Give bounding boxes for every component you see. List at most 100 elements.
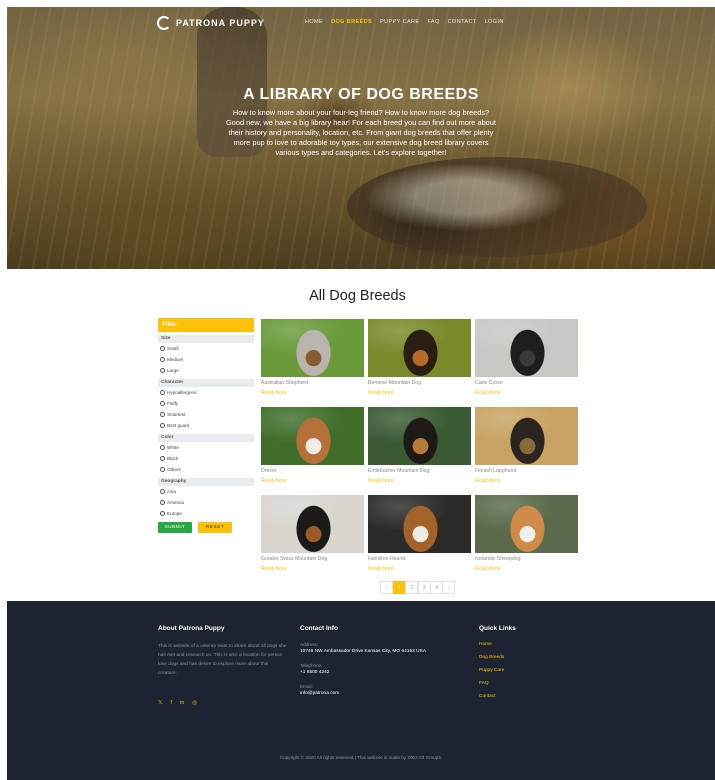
radio-button[interactable] xyxy=(160,401,165,406)
radio-button[interactable] xyxy=(160,412,165,417)
footer-link-faq[interactable]: FAQ xyxy=(479,681,516,686)
read-more-link[interactable]: Read more xyxy=(475,478,578,484)
breed-photo[interactable] xyxy=(261,407,364,465)
breed-card-australian-shepherd[interactable]: Australian Shepherd Read more xyxy=(261,319,364,397)
phone-value[interactable]: +1 6500 4242 xyxy=(300,670,426,675)
read-more-link[interactable]: Read more xyxy=(368,390,471,396)
radio-button[interactable] xyxy=(160,456,165,461)
address-label: Address: xyxy=(300,642,319,647)
breed-name: Australian Shepherd xyxy=(261,380,309,386)
filter-option-small[interactable]: Small xyxy=(158,343,254,354)
read-more-link[interactable]: Read more xyxy=(261,478,364,484)
pagination-page-4[interactable]: 4 xyxy=(430,581,444,594)
footer: About Patrona Puppy This is website of a… xyxy=(7,601,715,780)
breed-photo[interactable] xyxy=(475,495,578,553)
reset-button[interactable]: RESET xyxy=(198,522,232,533)
copyright-text: Copyright © 2020 All rights reserved | T… xyxy=(279,755,443,760)
breed-card-bernese-mountain-dog[interactable]: Bernese Mountain Dog Read more xyxy=(368,319,471,397)
read-more-link[interactable]: Read more xyxy=(475,566,578,572)
radio-button[interactable] xyxy=(160,467,165,472)
footer-links-title: Quick Links xyxy=(479,625,516,632)
filter-option-label: Smartest xyxy=(167,412,186,417)
pagination-page-2[interactable]: 2 xyxy=(405,581,419,594)
pagination-next-button[interactable]: › xyxy=(442,581,456,594)
filter-option-label: Best guard xyxy=(167,423,190,428)
filter-option-hypoallergenic[interactable]: Hypoallergenic xyxy=(158,387,254,398)
footer-about-text: This is website of a veteran want to sha… xyxy=(158,644,287,676)
breed-photo[interactable] xyxy=(261,319,364,377)
filter-option-asia[interactable]: Asia xyxy=(158,486,254,497)
footer-link-puppy-care[interactable]: Puppy Care xyxy=(479,668,516,673)
breed-card-drever[interactable]: Drever Read more xyxy=(261,407,364,485)
phone-label: Telephone: xyxy=(300,663,323,668)
filter-option-black[interactable]: Black xyxy=(158,453,254,464)
linkedin-icon[interactable]: in xyxy=(180,700,184,706)
pagination-page-3[interactable]: 3 xyxy=(417,581,431,594)
hero-text: A LIBRARY OF DOG BREEDS How to know more… xyxy=(7,86,715,158)
radio-button[interactable] xyxy=(160,500,165,505)
filter-option-large[interactable]: Large xyxy=(158,365,254,376)
hero-description: How to know more about your four-leg fri… xyxy=(226,108,496,157)
breed-photo[interactable] xyxy=(261,495,364,553)
radio-button[interactable] xyxy=(160,357,165,362)
filter-option-label: Small xyxy=(167,346,179,351)
nav-faq[interactable]: FAQ xyxy=(427,19,439,25)
breed-card-finnish-lapphund[interactable]: Finnish Lapphund Read more xyxy=(475,407,578,485)
breed-photo[interactable] xyxy=(368,407,471,465)
email-value[interactable]: info@patrona.com xyxy=(300,691,426,696)
breed-card-cane-corso[interactable]: Cane Corso Read more xyxy=(475,319,578,397)
filter-option-best-guard[interactable]: Best guard xyxy=(158,420,254,431)
brand-logo[interactable]: PATRONA PUPPY xyxy=(157,16,265,30)
pagination-page-1[interactable]: 1 xyxy=(392,581,406,594)
submit-button[interactable]: SUBMIT xyxy=(158,522,192,533)
radio-button[interactable] xyxy=(160,511,165,516)
radio-button[interactable] xyxy=(160,368,165,373)
radio-button[interactable] xyxy=(160,346,165,351)
instagram-icon[interactable]: ◎ xyxy=(192,700,197,706)
filter-option-europe[interactable]: Europe xyxy=(158,508,254,519)
twitter-icon[interactable]: 𝕏 xyxy=(158,700,162,706)
brand-name: PATRONA PUPPY xyxy=(176,18,265,28)
filter-option-fluffy[interactable]: Fluffy xyxy=(158,398,254,409)
read-more-link[interactable]: Read more xyxy=(475,390,578,396)
filter-option-label: Fluffy xyxy=(167,401,179,406)
breed-card-hamilton-hound[interactable]: Hamilton Hound Read more xyxy=(368,495,471,573)
nav-dog-breeds[interactable]: DOG BREEDS xyxy=(331,19,372,25)
breed-photo[interactable] xyxy=(368,319,471,377)
pagination-prev-button[interactable]: ‹ xyxy=(380,581,394,594)
breed-name: Entlebucher Mountain Dog xyxy=(368,468,430,474)
email-label: Email: xyxy=(300,684,313,689)
filter-option-medium[interactable]: Medium xyxy=(158,354,254,365)
nav-home[interactable]: HOME xyxy=(305,19,323,25)
hero-title: A LIBRARY OF DOG BREEDS xyxy=(243,86,479,103)
radio-button[interactable] xyxy=(160,489,165,494)
breed-card-icelandic-sheepdog[interactable]: Icelandic Sheepdog Read more xyxy=(475,495,578,573)
filter-option-white[interactable]: White xyxy=(158,442,254,453)
filter-option-america[interactable]: America xyxy=(158,497,254,508)
dog-figure xyxy=(291,417,336,465)
read-more-link[interactable]: Read more xyxy=(368,566,471,572)
footer-link-contact[interactable]: Contact xyxy=(479,694,516,699)
footer-link-dog-breeds[interactable]: Dog Breeds xyxy=(479,655,516,660)
filter-option-smartest[interactable]: Smartest xyxy=(158,409,254,420)
filter-option-label: White xyxy=(167,445,179,450)
read-more-link[interactable]: Read more xyxy=(261,390,364,396)
breed-card-entlebucher-mountain-dog[interactable]: Entlebucher Mountain Dog Read more xyxy=(368,407,471,485)
radio-button[interactable] xyxy=(160,445,165,450)
breed-card-greater-swiss-mountain-dog[interactable]: Greater Swiss Mountain Dog Read more xyxy=(261,495,364,573)
breed-photo[interactable] xyxy=(475,319,578,377)
filter-option-others[interactable]: Others xyxy=(158,464,254,475)
breed-photo[interactable] xyxy=(475,407,578,465)
nav-login[interactable]: LOGIN xyxy=(485,19,504,25)
nav-contact[interactable]: CONTACT xyxy=(448,19,477,25)
nav-puppy-care[interactable]: PUPPY CARE xyxy=(380,19,419,25)
footer-link-home[interactable]: Home xyxy=(479,642,516,647)
filter-group-color: Color xyxy=(158,434,254,442)
read-more-link[interactable]: Read more xyxy=(368,478,471,484)
radio-button[interactable] xyxy=(160,390,165,395)
breed-photo[interactable] xyxy=(368,495,471,553)
radio-button[interactable] xyxy=(160,423,165,428)
filter-group-character: Character xyxy=(158,379,254,387)
read-more-link[interactable]: Read more xyxy=(261,566,364,572)
facebook-icon[interactable]: f xyxy=(170,700,172,706)
